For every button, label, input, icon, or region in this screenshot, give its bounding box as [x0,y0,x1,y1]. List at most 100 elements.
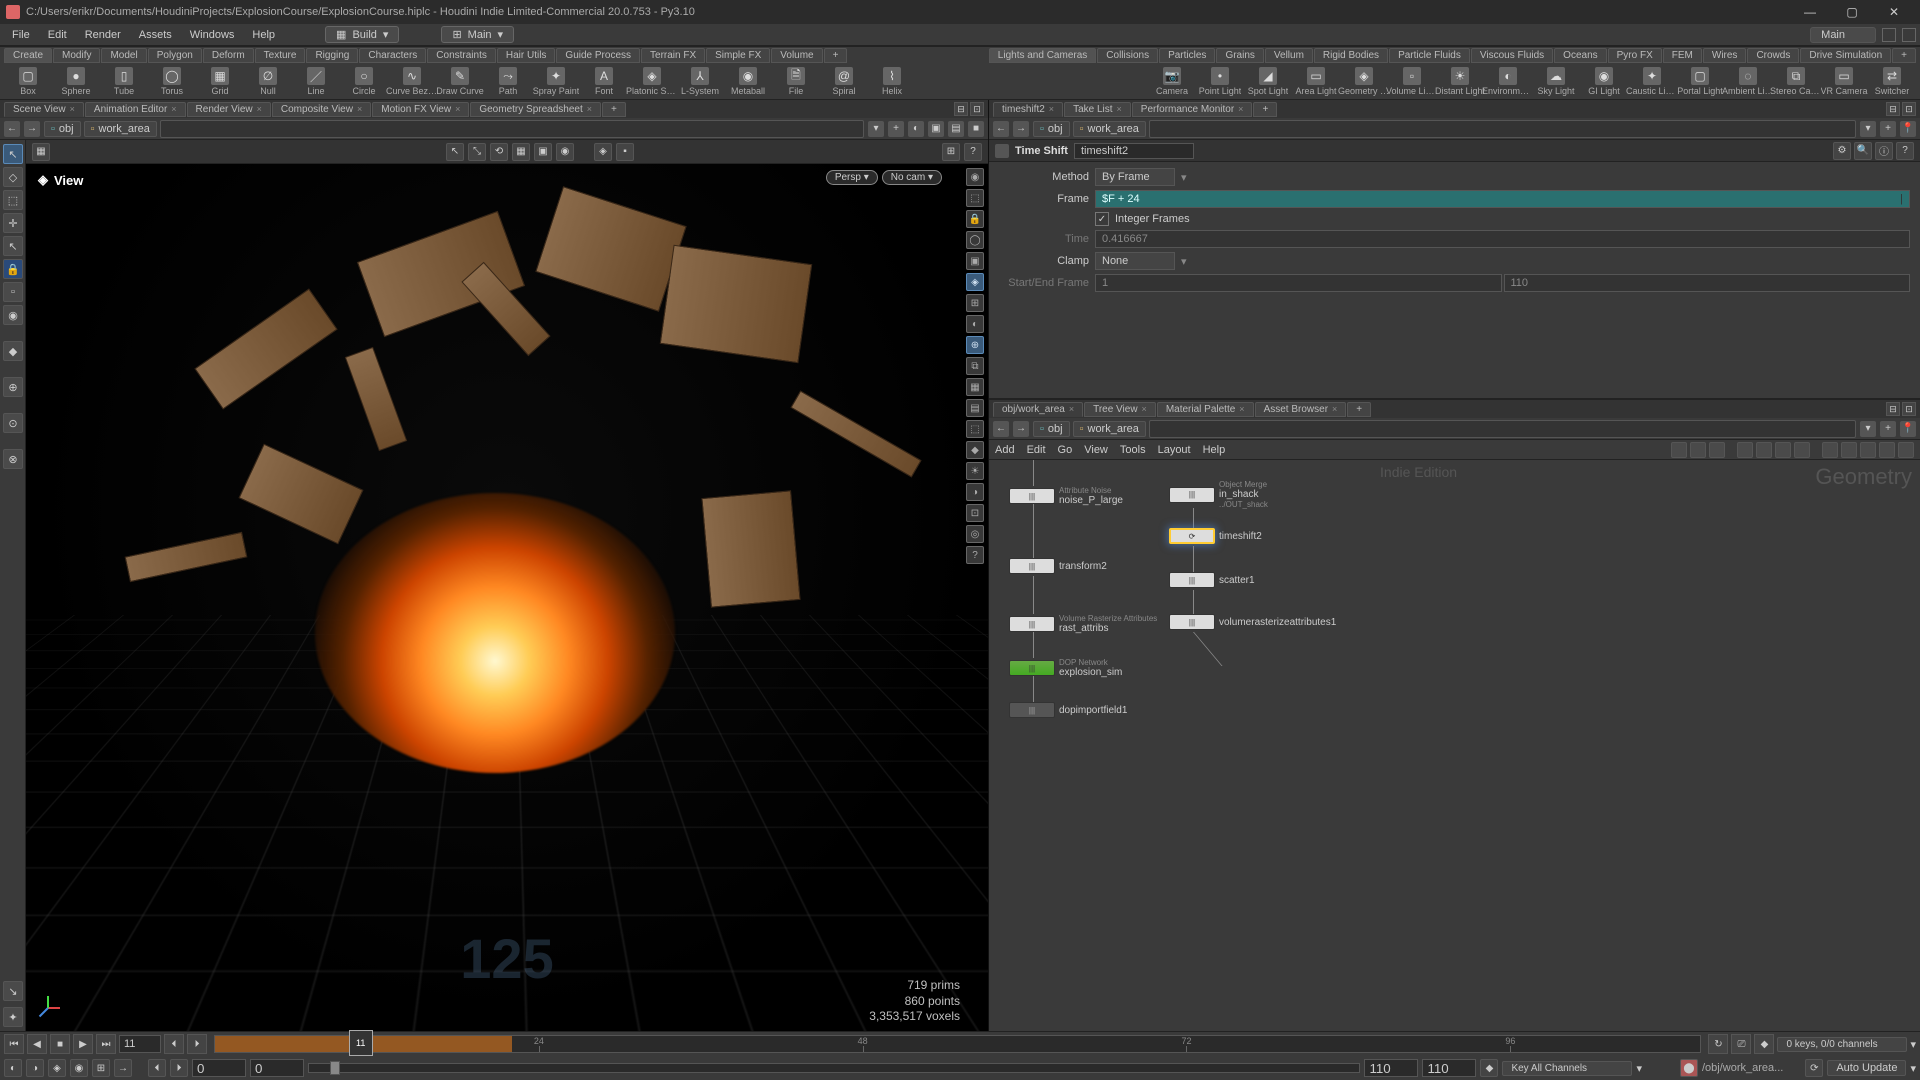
vp-side-icon-0[interactable]: ◉ [966,168,984,186]
shelf-tab-plus-right[interactable]: + [1892,48,1916,63]
vp-side-icon-6[interactable]: ⊞ [966,294,984,312]
path-circle-button[interactable]: ◐ [908,121,924,137]
shelf-tool-tube[interactable]: ▯Tube [102,67,146,96]
vp-tool-3[interactable]: ⟲ [490,143,508,161]
shelf-tool-curve-bezier[interactable]: ∿Curve Bezier [390,67,434,96]
timeline-track[interactable]: 11 24 48 72 96 [214,1035,1701,1053]
path-input-field[interactable] [160,120,864,138]
shelf-tab-pyro[interactable]: Pyro FX [1608,48,1662,63]
timeline-opt-2[interactable]: ⎚ [1731,1034,1751,1054]
shelf-tool-distant-light[interactable]: ☀Distant Light [1438,67,1482,96]
node-name-field[interactable]: timeshift2 [1074,143,1194,159]
shelf-tab-create[interactable]: Create [4,48,52,63]
desktop-selector[interactable]: Main [1810,27,1876,43]
shelf-tool-environment-light[interactable]: ◐Environment Light [1486,67,1530,96]
vp-tool-6[interactable]: ◉ [556,143,574,161]
shelf-tool-point-light[interactable]: •Point Light [1198,67,1242,96]
chan-icon-3[interactable]: ◈ [48,1059,66,1077]
vp-side-icon-9[interactable]: ⧉ [966,357,984,375]
current-frame-input[interactable] [119,1035,161,1053]
range-slider[interactable] [308,1063,1360,1073]
timeline-opt-1[interactable]: ↻ [1708,1034,1728,1054]
shelf-tool-sky-light[interactable]: ☁Sky Light [1534,67,1578,96]
chevron-down-icon[interactable]: ▾ [1636,1062,1642,1075]
vp-left-tool-0[interactable]: ↖ [3,144,23,164]
net-plus[interactable]: + [1880,421,1896,437]
parm-pin-icon[interactable]: 📍 [1900,121,1916,137]
net-fwd[interactable]: → [1013,421,1029,437]
timeline-cursor[interactable]: 11 [349,1030,373,1056]
shelf-tool-sphere[interactable]: ●Sphere [54,67,98,96]
shelf-tool-spot-light[interactable]: ◢Spot Light [1246,67,1290,96]
vp-side-icon-2[interactable]: 🔒 [966,210,984,228]
minimize-button[interactable]: — [1790,1,1830,23]
fwd-button[interactable]: → [24,121,40,137]
path-fill-button[interactable]: ■ [968,121,984,137]
back-button[interactable]: ← [4,121,20,137]
shelf-tool-line[interactable]: ／Line [294,67,338,96]
menu-assets[interactable]: Assets [131,27,180,43]
vp-left-tool-5[interactable]: 🔒 [3,259,23,279]
net-tool-5[interactable] [1756,442,1772,458]
net-menu-layout[interactable]: Layout [1158,444,1191,456]
node-sim[interactable]: ||| DOP Networkexplosion_sim [1009,658,1122,678]
pane-pin[interactable]: ⊟ [1886,102,1900,116]
shelf-tool-gi-light[interactable]: ◉GI Light [1582,67,1626,96]
net-menu-edit[interactable]: Edit [1027,444,1046,456]
vp-left-tool-4[interactable]: ↖ [3,236,23,256]
shelf-tab-oceans[interactable]: Oceans [1554,48,1606,63]
vp-side-icon-4[interactable]: ▣ [966,252,984,270]
tab-material[interactable]: Material Palette× [1157,402,1254,417]
chevron-down-icon[interactable]: ▾ [1910,1038,1916,1051]
net-path-input[interactable] [1149,420,1856,438]
axis-gizmo[interactable] [34,993,64,1023]
close-button[interactable]: ✕ [1874,1,1914,23]
parm-search-icon[interactable]: 🔍 [1854,142,1872,160]
close-icon[interactable]: × [1332,404,1337,414]
chan-icon-5[interactable]: ⊞ [92,1059,110,1077]
vp-side-icon-15[interactable]: ◑ [966,483,984,501]
shelf-tool-torus[interactable]: ◯Torus [150,67,194,96]
net-menu-add[interactable]: Add [995,444,1015,456]
shelf-tool-switcher[interactable]: ⇄Switcher [1870,67,1914,96]
step-fwd-button[interactable]: ⏵ [187,1034,207,1054]
parm-clamp-dropdown[interactable]: None [1095,252,1175,270]
parm-frame-field[interactable]: $F + 24| [1095,190,1910,208]
net-chev[interactable]: ▾ [1860,421,1876,437]
node-noise[interactable]: ||| Attribute Noisenoise_P_large [1009,486,1123,506]
net-tool-7[interactable] [1794,442,1810,458]
shelf-tab-partfluids[interactable]: Particle Fluids [1389,48,1470,63]
shelf-tab-texture[interactable]: Texture [255,48,306,63]
parm-fwd[interactable]: → [1013,121,1029,137]
range-b[interactable] [250,1059,304,1077]
menu-edit[interactable]: Edit [40,27,75,43]
desktop-menu[interactable] [1902,28,1916,42]
vp-side-icon-17[interactable]: ◎ [966,525,984,543]
vp-left-tool-6[interactable]: ▫ [3,282,23,302]
range-c[interactable] [1364,1059,1418,1077]
shelf-tool-grid[interactable]: ▦Grid [198,67,242,96]
tab-asset-browser[interactable]: Asset Browser× [1255,402,1347,417]
desk-build[interactable]: ▦ Build ▾ [325,26,399,43]
net-pane-pin[interactable]: ⊟ [1886,402,1900,416]
node-dopimport[interactable]: |||dopimportfield1 [1009,702,1127,718]
net-menu-view[interactable]: View [1084,444,1108,456]
shelf-tool-area-light[interactable]: ▭Area Light [1294,67,1338,96]
shelf-tool-portal-light[interactable]: ▢Portal Light [1678,67,1722,96]
parm-chev[interactable]: ▾ [1860,121,1876,137]
key-all-channels[interactable]: Key All Channels [1502,1061,1632,1076]
shelf-tool-helix[interactable]: ⌇Helix [870,67,914,96]
shelf-tool-ambient-light[interactable]: ◌Ambient Light [1726,67,1770,96]
shelf-tab-fem[interactable]: FEM [1663,48,1702,63]
shelf-tool-font[interactable]: AFont [582,67,626,96]
chan-icon-7[interactable]: ⏴ [148,1059,166,1077]
shelf-tool-path[interactable]: ⤳Path [486,67,530,96]
menu-windows[interactable]: Windows [182,27,243,43]
shelf-tab-characters[interactable]: Characters [359,48,426,63]
shelf-tab-collisions[interactable]: Collisions [1097,48,1158,63]
vp-tool-4[interactable]: ▦ [512,143,530,161]
vp-side-icon-18[interactable]: ? [966,546,984,564]
close-icon[interactable]: × [1142,404,1147,414]
range-a[interactable] [192,1059,246,1077]
shelf-tab-vellum[interactable]: Vellum [1265,48,1313,63]
